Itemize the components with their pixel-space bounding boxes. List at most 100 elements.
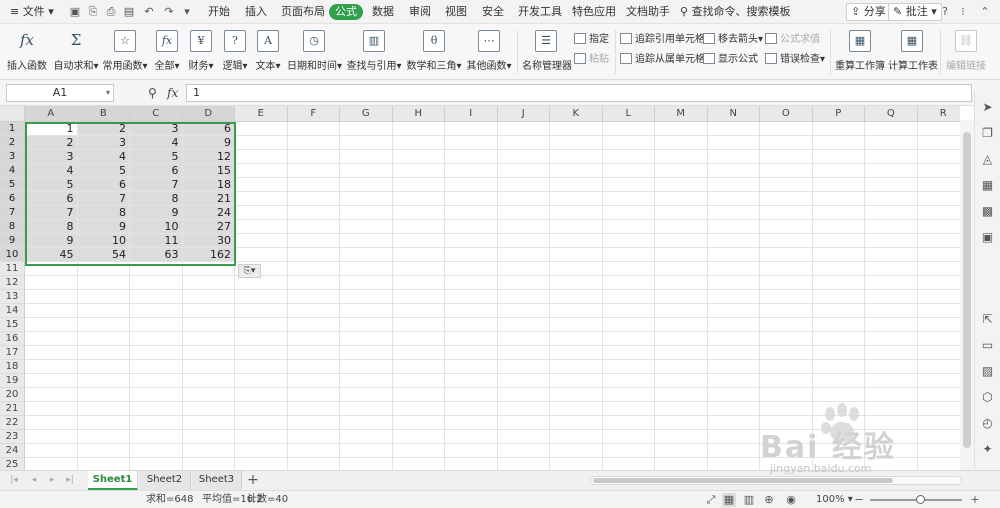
undo-icon[interactable]: ↶: [142, 5, 156, 19]
fill-icon[interactable]: ◬: [980, 152, 995, 167]
share-button[interactable]: ⇪ 分享: [846, 3, 891, 21]
cell-b5[interactable]: 6: [77, 178, 130, 192]
settings-icon[interactable]: ⁝: [956, 5, 970, 19]
tab-view[interactable]: 视图: [445, 0, 467, 24]
cell-a4[interactable]: 4: [25, 164, 78, 178]
cell-c7[interactable]: 9: [130, 206, 183, 220]
recalc-workbook-button[interactable]: ▦ 重算工作簿: [835, 28, 885, 76]
shield-icon[interactable]: ⬡: [980, 390, 995, 405]
column-header-g[interactable]: G: [340, 106, 393, 122]
share-doc-icon[interactable]: ⇱: [980, 312, 995, 327]
trace-precedents-button[interactable]: 追踪引用单元格: [620, 32, 705, 48]
zoom-level[interactable]: 100% ▾: [816, 493, 853, 507]
insert-function-button[interactable]: fx 插入函数: [6, 28, 48, 76]
cell-c3[interactable]: 5: [130, 150, 183, 164]
calc-sheet-button[interactable]: ▦ 计算工作表: [888, 28, 938, 76]
column-header-a[interactable]: A: [25, 106, 78, 122]
show-formula-button[interactable]: 显示公式: [703, 52, 758, 68]
export-icon[interactable]: ⎘: [86, 5, 100, 19]
tools-icon[interactable]: ✦: [980, 442, 995, 457]
normal-view-icon[interactable]: ▦: [722, 493, 736, 507]
paste-name-button[interactable]: 粘贴: [574, 52, 609, 68]
column-header-c[interactable]: C: [130, 106, 183, 122]
cell-c9[interactable]: 11: [130, 234, 183, 248]
row-header-24[interactable]: 24: [0, 444, 25, 458]
zoom-slider-knob[interactable]: [916, 495, 925, 504]
column-header-q[interactable]: Q: [865, 106, 918, 122]
more-chevron-icon[interactable]: ▾: [180, 5, 194, 19]
tab-sheet1[interactable]: Sheet1: [88, 471, 138, 490]
grid-apps-icon[interactable]: ▩: [980, 204, 995, 219]
row-header-6[interactable]: 6: [0, 192, 25, 206]
collapse-ribbon-icon[interactable]: ⌃: [978, 5, 992, 19]
tab-sheet3[interactable]: Sheet3: [192, 471, 242, 490]
row-header-17[interactable]: 17: [0, 346, 25, 360]
cell-b1[interactable]: 2: [77, 122, 130, 136]
column-header-d[interactable]: D: [182, 106, 235, 122]
eye-protect-icon[interactable]: ◉: [784, 493, 798, 507]
trace-dependents-button[interactable]: 追踪从属单元格: [620, 52, 705, 68]
print-icon[interactable]: ⎙: [104, 5, 118, 19]
name-manager-button[interactable]: ☰ 名称管理器: [522, 28, 572, 76]
cell-a5[interactable]: 5: [25, 178, 78, 192]
cell-d8[interactable]: 27: [182, 220, 235, 234]
page-layout-view-icon[interactable]: ▥: [742, 493, 756, 507]
horizontal-scrollbar[interactable]: [590, 476, 962, 485]
tab-data[interactable]: 数据: [372, 0, 394, 24]
row-header-15[interactable]: 15: [0, 318, 25, 332]
row-header-18[interactable]: 18: [0, 360, 25, 374]
tab-doc-assistant[interactable]: 文档助手: [626, 0, 670, 24]
cell-a10[interactable]: 45: [25, 248, 78, 262]
evaluate-formula-button[interactable]: 公式求值: [765, 32, 820, 48]
cell-b3[interactable]: 4: [77, 150, 130, 164]
image-icon[interactable]: ▨: [980, 364, 995, 379]
history-icon[interactable]: ◴: [980, 416, 995, 431]
row-header-12[interactable]: 12: [0, 276, 25, 290]
cell-c10[interactable]: 63: [130, 248, 183, 262]
math-trig-button[interactable]: θ 数学和三角▾: [406, 28, 462, 76]
tab-developer[interactable]: 开发工具: [518, 0, 562, 24]
column-header-j[interactable]: J: [497, 106, 550, 122]
add-sheet-icon[interactable]: +: [246, 472, 260, 488]
cell-a3[interactable]: 3: [25, 150, 78, 164]
cell-b9[interactable]: 10: [77, 234, 130, 248]
cell-b2[interactable]: 3: [77, 136, 130, 150]
help-icon[interactable]: ?: [938, 5, 952, 19]
column-header-l[interactable]: L: [602, 106, 655, 122]
redo-icon[interactable]: ↷: [162, 5, 176, 19]
vertical-scroll-thumb[interactable]: [963, 132, 971, 448]
lookup-reference-button[interactable]: ▥ 查找与引用▾: [346, 28, 402, 76]
row-header-10[interactable]: 10: [0, 248, 25, 262]
row-header-23[interactable]: 23: [0, 430, 25, 444]
row-header-9[interactable]: 9: [0, 234, 25, 248]
row-header-22[interactable]: 22: [0, 416, 25, 430]
cell-d9[interactable]: 30: [182, 234, 235, 248]
row-header-2[interactable]: 2: [0, 136, 25, 150]
table-icon[interactable]: ▦: [980, 178, 995, 193]
page-break-view-icon[interactable]: ⊕: [762, 493, 776, 507]
row-header-5[interactable]: 5: [0, 178, 25, 192]
cell-d3[interactable]: 12: [182, 150, 235, 164]
other-functions-button[interactable]: ⋯ 其他函数▾: [465, 28, 513, 76]
row-header-20[interactable]: 20: [0, 388, 25, 402]
file-menu[interactable]: ≡ 文件 ▾: [10, 0, 54, 24]
edit-links-button[interactable]: ⛓ 编辑链接: [944, 28, 988, 76]
column-header-p[interactable]: P: [812, 106, 865, 122]
cell-b4[interactable]: 5: [77, 164, 130, 178]
column-header-r[interactable]: R: [917, 106, 960, 122]
error-check-button[interactable]: 错误检查▾: [765, 52, 825, 68]
command-search[interactable]: ⚲ 查找命令、搜索模板: [680, 0, 791, 24]
spreadsheet-grid[interactable]: A B C D E F G H I J K L M N O P Q R 1 2 3 4 5 6 7 8 9 10 11 12 13 14 15 1…: [0, 106, 960, 470]
cell-a8[interactable]: 8: [25, 220, 78, 234]
cell-b8[interactable]: 9: [77, 220, 130, 234]
cell-d5[interactable]: 18: [182, 178, 235, 192]
save-icon[interactable]: ▣: [68, 5, 82, 19]
cell-b7[interactable]: 8: [77, 206, 130, 220]
remove-arrows-button[interactable]: 移去箭头▾: [703, 32, 763, 48]
cell-d10[interactable]: 162: [182, 248, 235, 262]
logic-button[interactable]: ? 逻辑▾: [220, 28, 250, 76]
zoom-in-icon[interactable]: +: [968, 493, 982, 507]
datetime-button[interactable]: ◷ 日期和时间▾: [287, 28, 342, 76]
cell-a9[interactable]: 9: [25, 234, 78, 248]
row-header-19[interactable]: 19: [0, 374, 25, 388]
